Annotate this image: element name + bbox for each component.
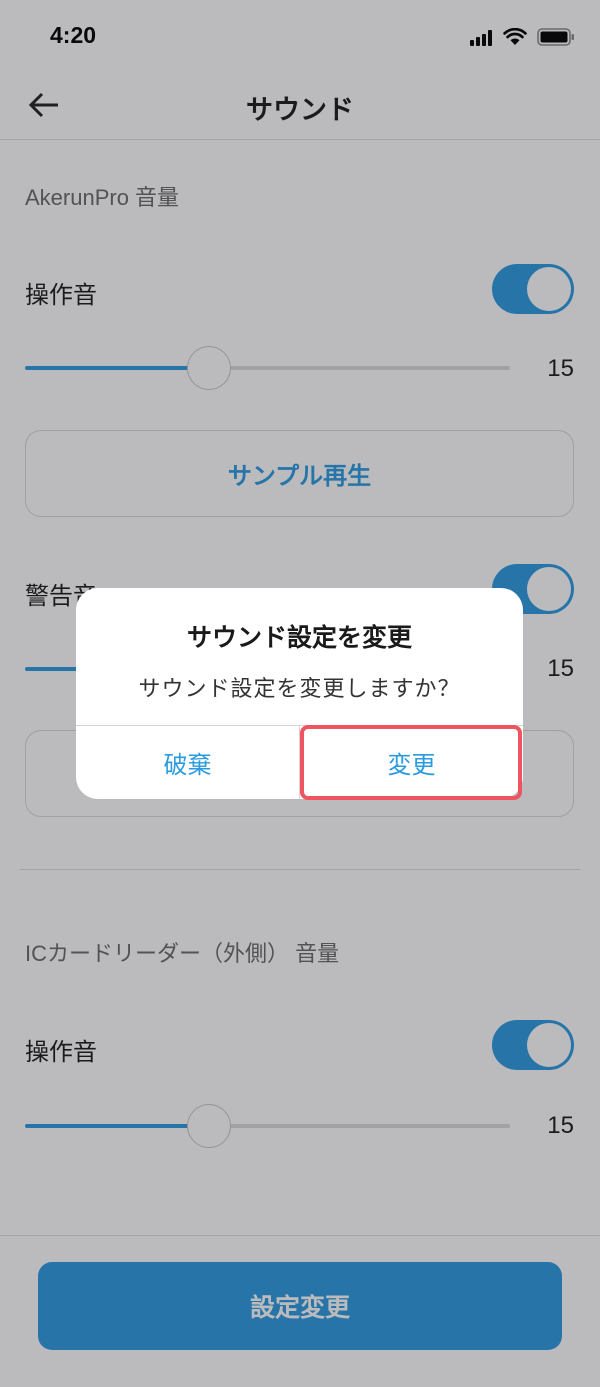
highlight-box xyxy=(300,725,522,800)
sound-settings-screen: 4:20 サウンド AkerunPro 音量 操作音 15 サンプル再生 警告音… xyxy=(0,0,600,1387)
discard-button[interactable]: 破棄 xyxy=(76,726,299,799)
dialog-title: サウンド設定を変更 xyxy=(186,624,412,652)
dialog-message: サウンド設定を変更しますか？ xyxy=(138,676,461,701)
